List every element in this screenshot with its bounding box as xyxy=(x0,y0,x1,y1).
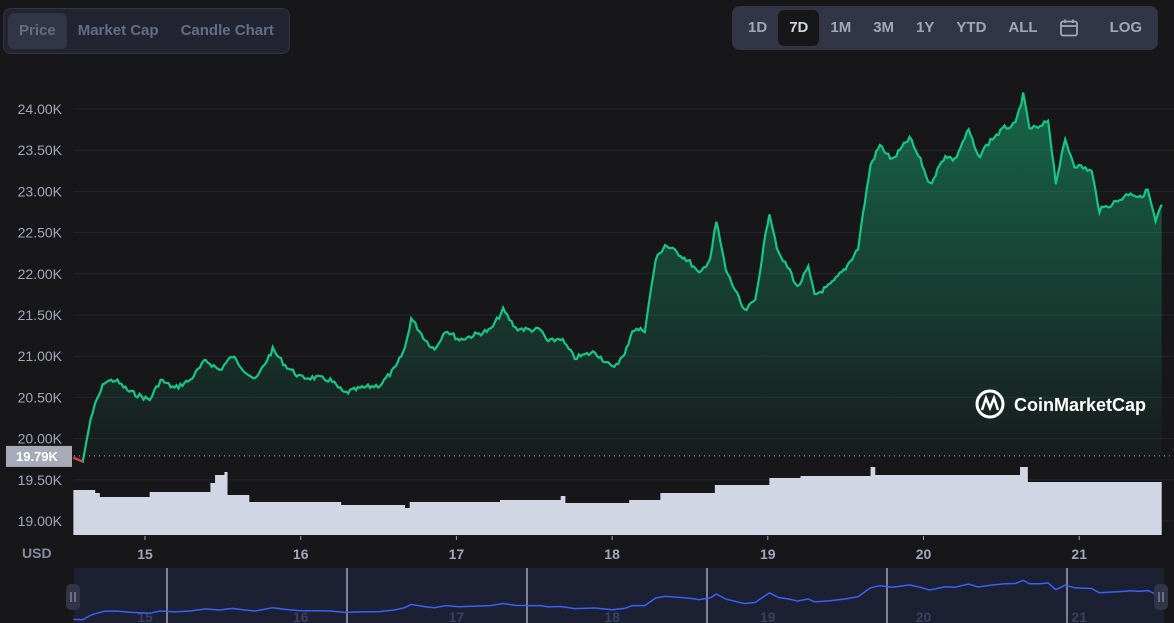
x-tick-label: 16 xyxy=(293,546,309,562)
y-tick-label: 19.50K xyxy=(18,472,63,488)
svg-text:CoinMarketCap: CoinMarketCap xyxy=(1014,395,1146,415)
y-tick-label: 24.00K xyxy=(18,101,63,117)
x-tick-label: 20 xyxy=(916,546,932,562)
navigator-tick-label: 20 xyxy=(916,609,932,623)
navigator-tick-label: 21 xyxy=(1071,609,1087,623)
y-tick-label: 19.00K xyxy=(18,513,63,529)
navigator[interactable]: 15 16 17 18 19 20 21 xyxy=(66,568,1168,623)
baseline-label: 19.79K xyxy=(16,449,59,464)
y-tick-label: 21.00K xyxy=(18,348,63,364)
navigator-tick-label: 17 xyxy=(449,609,465,623)
x-tick-label: 21 xyxy=(1071,546,1087,562)
y-tick-label: 23.50K xyxy=(18,142,63,158)
y-tick-label: 22.00K xyxy=(18,266,63,282)
navigator-left-handle[interactable] xyxy=(66,584,80,610)
price-chart: 19.00K 19.50K 20.00K 20.50K 21.00K 21.50K 22.0… xyxy=(6,92,1174,623)
y-tick-label: 21.50K xyxy=(18,307,63,323)
x-tick-label: 17 xyxy=(449,546,465,562)
y-tick-label: 22.50K xyxy=(18,225,63,241)
navigator-tick-label: 19 xyxy=(760,609,776,623)
x-tick-label: 15 xyxy=(137,546,153,562)
currency-label: USD xyxy=(22,545,52,561)
x-tick-label: 19 xyxy=(760,546,776,562)
navigator-right-handle[interactable] xyxy=(1154,584,1168,610)
navigator-tick-label: 15 xyxy=(137,609,153,623)
price-area xyxy=(73,92,1162,462)
y-tick-label: 20.50K xyxy=(18,389,63,405)
navigator-tick-label: 18 xyxy=(604,609,620,623)
y-tick-label: 20.00K xyxy=(18,431,63,447)
x-tick-label: 18 xyxy=(604,546,620,562)
volume-area xyxy=(73,467,1162,535)
y-tick-label: 23.00K xyxy=(18,183,63,199)
